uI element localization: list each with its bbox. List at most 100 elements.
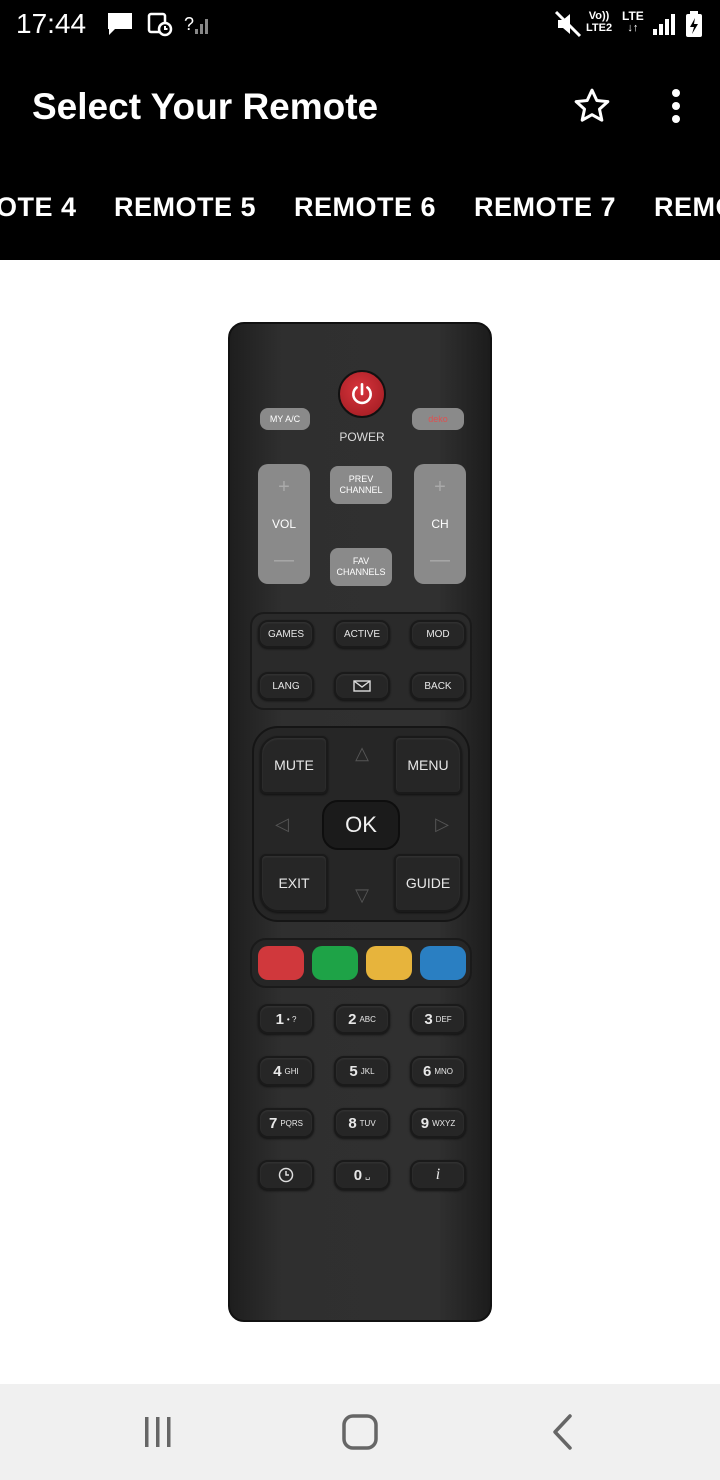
key-digit: 7 [268, 1114, 278, 1132]
lang-button[interactable]: LANG [258, 672, 314, 700]
key-letters: TUV [359, 1118, 376, 1128]
key-8-button[interactable]: 8 TUV [334, 1108, 390, 1138]
signal-icon [652, 10, 678, 38]
plus-icon: + [434, 476, 446, 498]
status-time: 17:44 [16, 8, 87, 39]
key-digit: 2 [348, 1010, 357, 1028]
volte-label: Vo)) [588, 10, 610, 22]
mute-icon [554, 10, 582, 38]
my-ac-button[interactable]: MY A/C [260, 408, 310, 430]
green-button[interactable] [312, 946, 358, 980]
key-digit: 0 [353, 1166, 363, 1184]
dpad-right-button[interactable]: ▷ [420, 802, 464, 846]
info-button[interactable]: i [410, 1160, 466, 1190]
tab-remote-8[interactable]: REMO [654, 192, 720, 223]
key-letters: WXYZ [432, 1118, 456, 1128]
key-letters: PQRS [280, 1118, 303, 1128]
back-button[interactable]: BACK [410, 672, 466, 700]
right-arrow-icon: ▷ [435, 813, 449, 834]
key-letters: ␣ [365, 1170, 371, 1180]
blue-button[interactable] [420, 946, 466, 980]
ch-label: CH [431, 517, 449, 531]
exit-button[interactable]: EXIT [260, 854, 328, 912]
key-5-button[interactable]: 5 JKL [334, 1056, 390, 1086]
power-label: POWER [339, 430, 385, 444]
tab-remote-7[interactable]: REMOTE 7 [474, 192, 616, 223]
back-nav-button[interactable] [532, 1408, 592, 1456]
down-arrow-icon: ▽ [355, 884, 369, 905]
ok-button[interactable]: OK [322, 800, 400, 850]
more-vertical-icon [672, 89, 680, 123]
key-0-button[interactable]: 0 ␣ [334, 1160, 390, 1190]
battery-charging-icon [684, 10, 704, 38]
channel-rocker[interactable]: + CH — [414, 464, 466, 584]
status-bar: 17:44 ? Vo)) LTE2 LTE ↓↑ [0, 0, 720, 50]
lte-label: LTE [622, 9, 644, 23]
key-digit: 6 [422, 1062, 432, 1080]
remote-control: POWER MY A/C deko + VOL — + CH — PREV CH… [228, 322, 492, 1322]
key-7-button[interactable]: 7 PQRS [258, 1108, 314, 1138]
message-icon [106, 10, 134, 38]
tab-remote-5[interactable]: REMOTE 5 [114, 192, 256, 223]
deko-button[interactable]: deko [412, 408, 464, 430]
active-button[interactable]: ACTIVE [334, 620, 390, 648]
star-icon [574, 88, 610, 122]
dpad-down-button[interactable]: ▽ [334, 876, 390, 914]
key-digit: 5 [349, 1062, 358, 1080]
key-letters: DEF [435, 1014, 452, 1024]
guide-button[interactable]: GUIDE [394, 854, 462, 912]
minus-icon: — [430, 549, 450, 571]
lte2-label: LTE2 [586, 22, 613, 34]
key-digit: 4 [273, 1062, 282, 1080]
key-digit: 9 [420, 1114, 430, 1132]
volume-rocker[interactable]: + VOL — [258, 464, 310, 584]
calendar-clock-icon [146, 10, 174, 38]
tab-remote-4[interactable]: OTE 4 [0, 192, 77, 223]
mute-button[interactable]: MUTE [260, 736, 328, 794]
recent-apps-icon [145, 1417, 171, 1447]
app-bar: Select Your Remote [0, 50, 720, 160]
key-3-button[interactable]: 3 DEF [410, 1004, 466, 1034]
lte-data-icon: LTE ↓↑ [622, 9, 644, 34]
fav-channels-button[interactable]: FAV CHANNELS [330, 548, 392, 586]
key-9-button[interactable]: 9 WXYZ [410, 1108, 466, 1138]
unknown-signal-text: ? [184, 13, 195, 34]
plus-icon: + [278, 476, 290, 498]
key-4-button[interactable]: 4 GHI [258, 1056, 314, 1086]
games-button[interactable]: GAMES [258, 620, 314, 648]
left-arrow-icon: ◁ [275, 813, 289, 834]
red-button[interactable] [258, 946, 304, 980]
power-button[interactable] [338, 370, 386, 418]
key-digit: 1 [275, 1010, 284, 1028]
key-1-button[interactable]: 1 • ? [258, 1004, 314, 1034]
mail-button[interactable] [334, 672, 390, 700]
mail-icon [353, 680, 371, 692]
favorite-button[interactable] [568, 82, 616, 130]
power-icon [352, 382, 372, 405]
minus-icon: — [274, 549, 294, 571]
back-arrow-icon [553, 1414, 572, 1450]
mod-button[interactable]: MOD [410, 620, 466, 648]
home-icon [342, 1414, 378, 1450]
recent-apps-button[interactable] [128, 1408, 188, 1456]
prev-channel-button[interactable]: PREV CHANNEL [330, 466, 392, 504]
menu-button[interactable]: MENU [394, 736, 462, 794]
key-letters: GHI [284, 1066, 299, 1076]
overflow-menu-button[interactable] [656, 82, 696, 130]
system-nav-bar [0, 1384, 720, 1480]
volte-icon: Vo)) LTE2 [586, 10, 612, 38]
up-arrow-icon: △ [355, 742, 369, 763]
home-button[interactable] [330, 1408, 390, 1456]
yellow-button[interactable] [366, 946, 412, 980]
key-6-button[interactable]: 6 MNO [410, 1056, 466, 1086]
key-digit: 8 [348, 1114, 357, 1132]
key-letters: MNO [434, 1066, 453, 1076]
dpad-up-button[interactable]: △ [334, 734, 390, 772]
page-title: Select Your Remote [32, 86, 379, 127]
tab-remote-6[interactable]: REMOTE 6 [294, 192, 436, 223]
key-letters: JKL [360, 1066, 375, 1076]
key-digit: 3 [424, 1010, 433, 1028]
dpad-left-button[interactable]: ◁ [260, 802, 304, 846]
timer-button[interactable] [258, 1160, 314, 1190]
key-2-button[interactable]: 2 ABC [334, 1004, 390, 1034]
